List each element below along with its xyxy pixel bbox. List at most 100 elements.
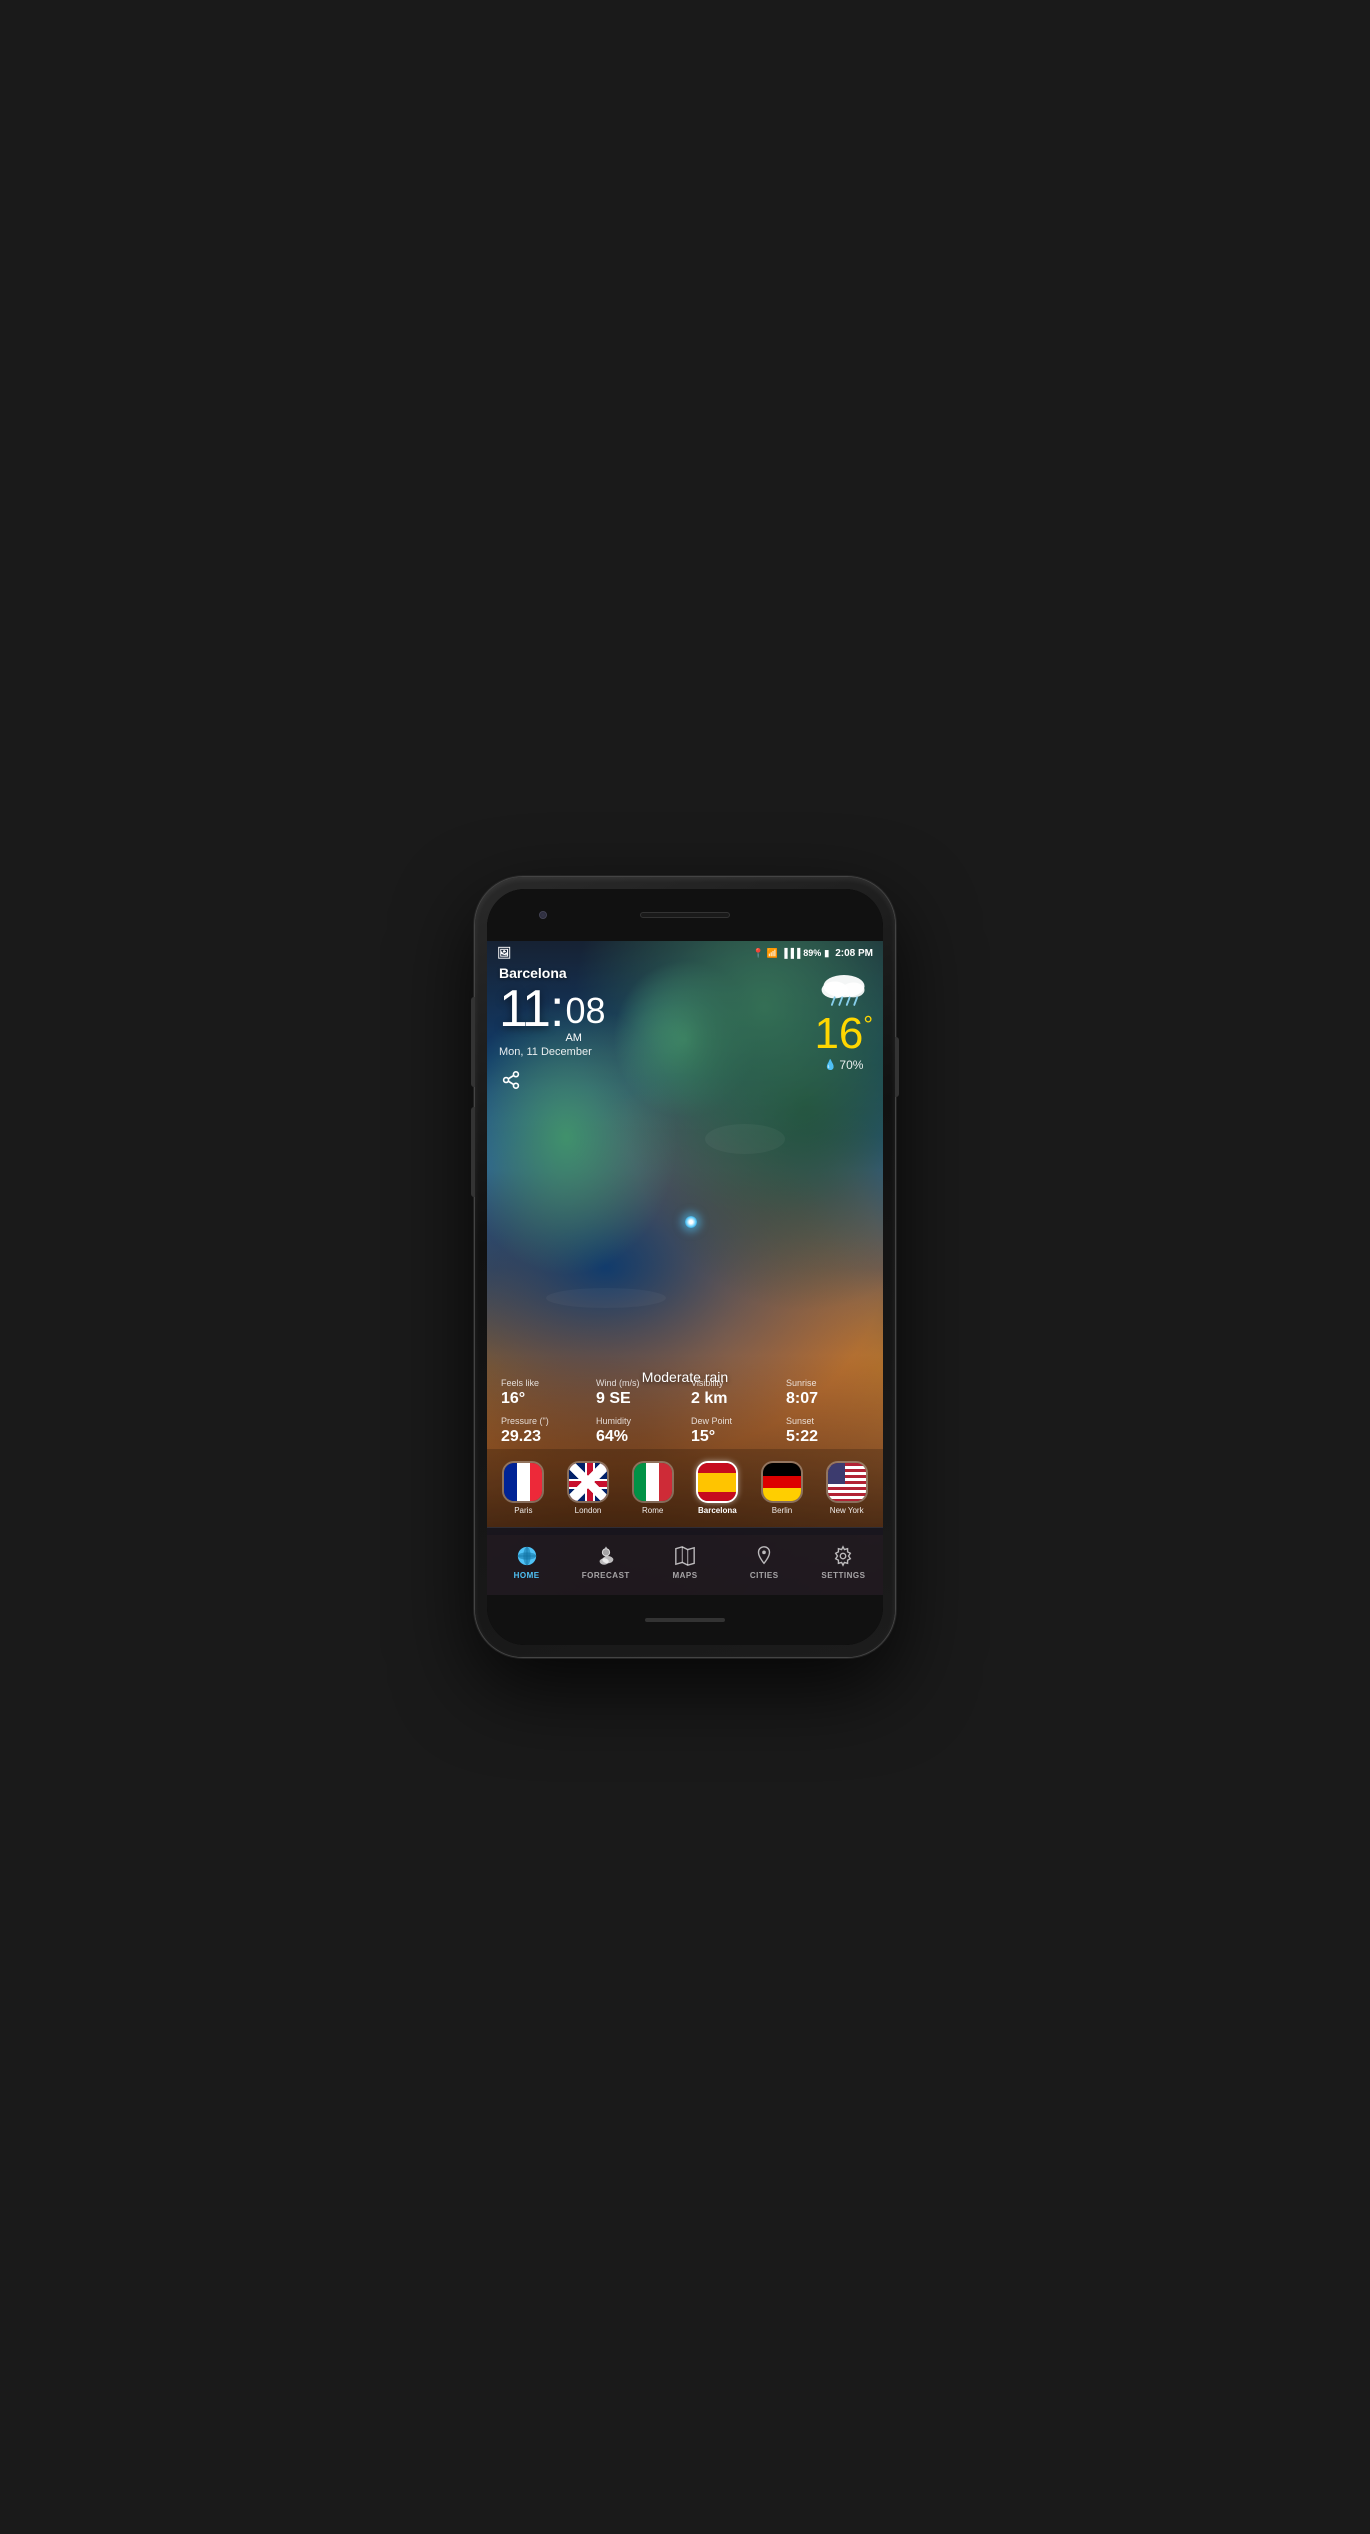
dew-point-cell: Dew Point 15° bbox=[685, 1412, 780, 1450]
battery-percent: 89% bbox=[803, 948, 821, 958]
share-svg bbox=[501, 1071, 521, 1089]
cities-label: CITIES bbox=[750, 1571, 779, 1580]
humidity-cell: Humidity 64% bbox=[590, 1412, 685, 1450]
city-barcelona[interactable]: Barcelona bbox=[685, 1461, 750, 1515]
flag-new-york bbox=[826, 1461, 868, 1503]
us-flag bbox=[828, 1463, 866, 1501]
humidity-stat-value: 64% bbox=[596, 1427, 679, 1446]
nav-maps[interactable]: MAPS bbox=[645, 1543, 724, 1580]
camera bbox=[539, 911, 547, 919]
nav-forecast[interactable]: FORECAST bbox=[566, 1543, 645, 1580]
dew-point-label: Dew Point bbox=[691, 1416, 774, 1427]
wind-value: 9 SE bbox=[596, 1389, 679, 1408]
fr-white bbox=[517, 1463, 530, 1501]
city-new-york[interactable]: New York bbox=[814, 1461, 879, 1515]
phone-inner: 🖼 📍 📶 ▐▐▐ 89% ▮ 2:08 PM Barcelona 11 : bbox=[487, 889, 883, 1645]
flag-rome bbox=[632, 1461, 674, 1503]
sunrise-label: Sunrise bbox=[786, 1378, 869, 1389]
city-paris[interactable]: Paris bbox=[491, 1461, 556, 1515]
battery-icon: ▮ bbox=[824, 948, 829, 959]
barcelona-label: Barcelona bbox=[698, 1506, 737, 1515]
forecast-icon bbox=[595, 1543, 617, 1569]
feels-like-value: 16° bbox=[501, 1389, 584, 1408]
it-red bbox=[659, 1463, 672, 1501]
de-gold bbox=[763, 1488, 801, 1501]
cities-icon bbox=[753, 1543, 775, 1569]
time-colon: : bbox=[550, 983, 564, 1035]
wind-label: Wind (m/s) bbox=[596, 1378, 679, 1389]
city-rome[interactable]: Rome bbox=[620, 1461, 685, 1515]
top-bezel bbox=[487, 889, 883, 941]
nav-settings[interactable]: SETTINGS bbox=[804, 1543, 883, 1580]
share-icon[interactable] bbox=[501, 1071, 521, 1094]
city-berlin[interactable]: Berlin bbox=[750, 1461, 815, 1515]
cities-svg bbox=[753, 1545, 775, 1567]
de-red bbox=[763, 1476, 801, 1489]
maps-icon bbox=[674, 1543, 696, 1569]
temp-degree: ° bbox=[863, 1011, 873, 1038]
london-label: London bbox=[575, 1506, 602, 1515]
time-ampm: AM bbox=[565, 1033, 605, 1044]
settings-svg bbox=[832, 1545, 854, 1567]
home-svg bbox=[516, 1545, 538, 1567]
pressure-label: Pressure (") bbox=[501, 1416, 584, 1427]
signal-bars: ▐▐▐ bbox=[781, 948, 800, 958]
pressure-value: 29.23 bbox=[501, 1427, 584, 1446]
cities-row: Paris bbox=[487, 1449, 883, 1527]
paris-label: Paris bbox=[514, 1506, 532, 1515]
time-min-ampm: 08 AM bbox=[565, 991, 605, 1044]
italian-flag bbox=[634, 1463, 672, 1501]
forecast-label: FORECAST bbox=[582, 1571, 630, 1580]
sunrise-value: 8:07 bbox=[786, 1389, 869, 1408]
time-hour: 11 bbox=[499, 983, 549, 1035]
sunset-cell: Sunset 5:22 bbox=[780, 1412, 875, 1450]
flag-berlin bbox=[761, 1461, 803, 1503]
time-minutes: 08 bbox=[565, 991, 605, 1031]
humidity-row: 💧 70% bbox=[814, 1058, 873, 1072]
forecast-svg bbox=[595, 1545, 617, 1567]
settings-label: SETTINGS bbox=[821, 1571, 865, 1580]
new-york-label: New York bbox=[830, 1506, 864, 1515]
home-indicator bbox=[645, 1618, 725, 1622]
rome-label: Rome bbox=[642, 1506, 663, 1515]
flag-paris bbox=[502, 1461, 544, 1503]
nav-cities[interactable]: CITIES bbox=[725, 1543, 804, 1580]
sunrise-cell: Sunrise 8:07 bbox=[780, 1374, 875, 1412]
feels-like-cell: Feels like 16° bbox=[495, 1374, 590, 1412]
es-middle bbox=[698, 1473, 736, 1492]
es-top bbox=[698, 1463, 736, 1473]
pressure-cell: Pressure (") 29.23 bbox=[495, 1412, 590, 1450]
humidity-value: 70% bbox=[839, 1058, 863, 1072]
photo-icon: 🖼 bbox=[497, 947, 511, 960]
phone-frame: 🖼 📍 📶 ▐▐▐ 89% ▮ 2:08 PM Barcelona 11 : bbox=[475, 877, 895, 1657]
location-icon: 📍 bbox=[753, 948, 764, 959]
status-icons: 📍 📶 ▐▐▐ 89% ▮ 2:08 PM bbox=[753, 948, 873, 959]
cloud-rain-svg bbox=[816, 971, 872, 1007]
feels-like-label: Feels like bbox=[501, 1378, 584, 1389]
es-bottom bbox=[698, 1492, 736, 1502]
maps-label: MAPS bbox=[672, 1571, 697, 1580]
wifi-icon: 📶 bbox=[767, 948, 778, 959]
location-dot bbox=[685, 1216, 697, 1228]
home-label: HOME bbox=[514, 1571, 540, 1580]
sunset-value: 5:22 bbox=[786, 1427, 869, 1446]
humidity-label: Humidity bbox=[596, 1416, 679, 1427]
status-time: 2:08 PM bbox=[835, 948, 873, 959]
uk-flag bbox=[569, 1463, 607, 1501]
time-display: 11 : 08 AM bbox=[499, 983, 605, 1044]
speaker bbox=[640, 912, 730, 918]
temp-value: 16 bbox=[814, 1009, 863, 1058]
sunset-label: Sunset bbox=[786, 1416, 869, 1427]
visibility-label: Visibility bbox=[691, 1378, 774, 1389]
german-flag bbox=[763, 1463, 801, 1501]
flag-london bbox=[567, 1461, 609, 1503]
french-flag bbox=[504, 1463, 542, 1501]
drop-icon: 💧 bbox=[824, 1060, 836, 1071]
city-london[interactable]: London bbox=[556, 1461, 621, 1515]
visibility-value: 2 km bbox=[691, 1389, 774, 1408]
bottom-nav: HOME FORECAST bbox=[487, 1527, 883, 1595]
nav-home[interactable]: HOME bbox=[487, 1543, 566, 1580]
visibility-cell: Visibility 2 km bbox=[685, 1374, 780, 1412]
it-white bbox=[646, 1463, 659, 1501]
stats-grid: Feels like 16° Wind (m/s) 9 SE Visibilit… bbox=[487, 1374, 883, 1450]
